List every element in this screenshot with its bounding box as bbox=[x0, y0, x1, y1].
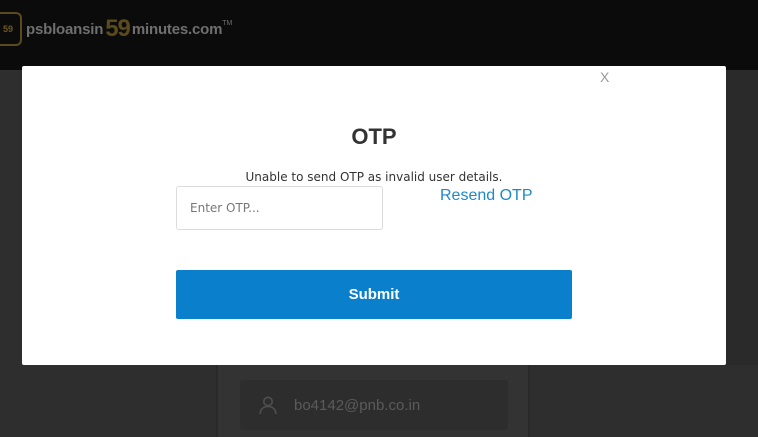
background-email-text: bo4142@pnb.co.in bbox=[294, 396, 421, 414]
background-right-panel bbox=[530, 365, 758, 437]
otp-modal: X OTP Unable to send OTP as invalid user… bbox=[22, 66, 726, 365]
modal-title: OTP bbox=[351, 124, 397, 149]
close-button[interactable]: X bbox=[600, 69, 609, 85]
logo-mark-text: 59 bbox=[3, 24, 14, 34]
background-email-field: bo4142@pnb.co.in bbox=[240, 380, 508, 430]
logo-number: 59 bbox=[105, 15, 131, 42]
logo-prefix: psbloansin bbox=[26, 20, 104, 38]
otp-input[interactable] bbox=[176, 186, 383, 230]
resend-otp-link[interactable]: Resend OTP bbox=[440, 187, 532, 205]
logo-trademark: TM bbox=[222, 20, 233, 27]
logo-suffix: minutes.com bbox=[131, 20, 223, 38]
logo-mark-icon: 59 bbox=[0, 12, 22, 46]
error-message: Unable to send OTP as invalid user detai… bbox=[245, 170, 503, 184]
top-header: 59 psbloansin 59 minutes.com TM bbox=[0, 0, 758, 70]
user-icon bbox=[259, 396, 277, 415]
submit-button[interactable]: Submit bbox=[176, 270, 572, 319]
site-logo[interactable]: 59 psbloansin 59 minutes.com TM bbox=[0, 12, 232, 46]
